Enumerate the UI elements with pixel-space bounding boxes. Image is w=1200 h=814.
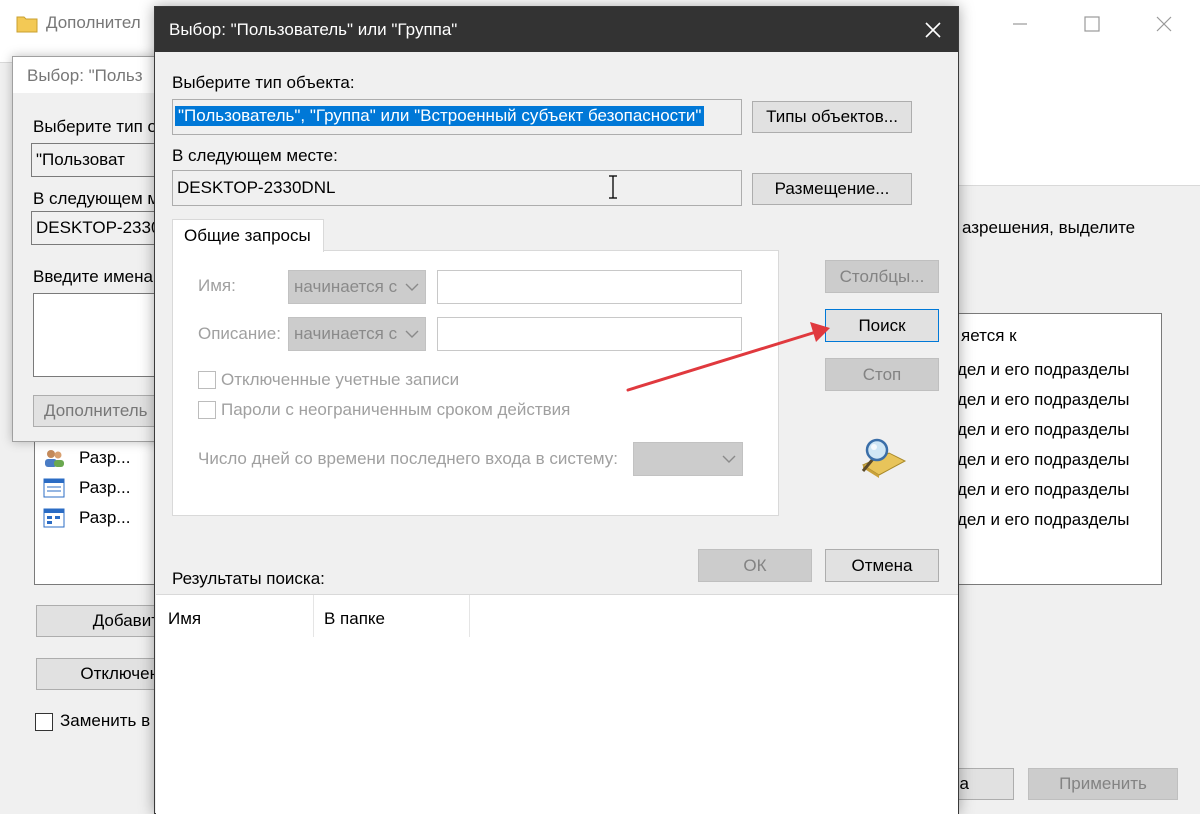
description-label: Описание: bbox=[198, 324, 281, 343]
bg-replace-checkbox[interactable] bbox=[35, 713, 53, 731]
results-column-folder-label: В папке bbox=[324, 609, 386, 628]
table-icon bbox=[43, 478, 65, 498]
bg-perm-item-label: Разр... bbox=[79, 448, 131, 467]
mid-location-label: В следующем м bbox=[33, 189, 160, 208]
bg-inherit-row: дел и его подразделы bbox=[957, 360, 1130, 379]
mid-dialog: Выбор: "Польз Выберите тип о "Пользоват … bbox=[12, 56, 183, 442]
bg-inherit-row: дел и его подразделы bbox=[957, 390, 1130, 409]
dialog-title: Выбор: "Пользователь" или "Группа" bbox=[169, 20, 458, 39]
folder-icon bbox=[16, 12, 38, 34]
bg-perm-item[interactable]: Разр... bbox=[41, 446, 161, 470]
name-condition-value: начинается с bbox=[294, 277, 398, 296]
description-condition-select: начинается с bbox=[288, 317, 426, 351]
minimize-icon[interactable] bbox=[1010, 14, 1030, 34]
dialog-titlebar: Выбор: "Пользователь" или "Группа" bbox=[155, 7, 958, 52]
search-button[interactable]: Поиск bbox=[825, 309, 939, 342]
bg-apply-button: Применить bbox=[1028, 768, 1178, 800]
tab-common-queries[interactable]: Общие запросы bbox=[172, 219, 324, 252]
bg-header-panel bbox=[955, 62, 1200, 186]
mid-dialog-titlebar: Выбор: "Польз bbox=[13, 57, 173, 93]
chevron-down-icon bbox=[405, 283, 419, 291]
search-results-label: Результаты поиска: bbox=[172, 569, 325, 588]
location-field: DESKTOP-2330DNL bbox=[172, 170, 742, 206]
name-query-input bbox=[437, 270, 742, 304]
bg-permissions-text: азрешения, выделите bbox=[962, 218, 1136, 237]
stop-button: Стоп bbox=[825, 358, 939, 391]
disabled-accounts-checkbox bbox=[198, 371, 216, 389]
chevron-down-icon bbox=[405, 330, 419, 338]
select-user-dialog: Выбор: "Пользователь" или "Группа" Выбер… bbox=[154, 6, 959, 814]
bg-replace-checkbox-label: Заменить в bbox=[60, 711, 151, 730]
columns-button: Столбцы... bbox=[825, 260, 939, 293]
tab-common-queries-label: Общие запросы bbox=[184, 226, 311, 245]
ok-button: ОК bbox=[698, 549, 812, 582]
bg-column-header: яется к bbox=[961, 326, 1017, 345]
results-column-name-label: Имя bbox=[168, 609, 202, 628]
mid-enter-names-label: Введите имена bbox=[33, 267, 153, 286]
object-type-field: "Пользователь", "Группа" или "Встроенный… bbox=[172, 99, 742, 135]
name-label: Имя: bbox=[198, 276, 236, 295]
bg-inherit-row: дел и его подразделы bbox=[957, 510, 1130, 529]
bg-add-button[interactable]: Добавит bbox=[36, 605, 166, 637]
table-icon bbox=[43, 508, 65, 528]
mid-object-type-label: Выберите тип о bbox=[33, 117, 157, 136]
object-type-label: Выберите тип объекта: bbox=[172, 73, 355, 92]
mid-dialog-title: Выбор: "Польз bbox=[27, 66, 143, 85]
bg-perm-item-label: Разр... bbox=[79, 508, 131, 527]
maximize-icon[interactable] bbox=[1082, 14, 1102, 34]
results-column-header-name[interactable]: Имя bbox=[156, 595, 314, 637]
close-icon[interactable] bbox=[1154, 14, 1174, 34]
disabled-accounts-label: Отключенные учетные записи bbox=[221, 370, 460, 389]
dialog-close-icon[interactable] bbox=[922, 19, 944, 41]
annotation-arrow bbox=[626, 322, 830, 392]
bg-disable-inheritance-button[interactable]: Отключен bbox=[36, 658, 166, 690]
bg-window-title: Дополнител bbox=[46, 13, 141, 32]
bg-inherit-row: дел и его подразделы bbox=[957, 480, 1130, 499]
object-type-value: "Пользователь", "Группа" или "Встроенный… bbox=[175, 106, 705, 126]
chevron-down-icon bbox=[722, 455, 736, 463]
search-results-list[interactable]: Имя В папке bbox=[156, 594, 958, 814]
name-condition-select: начинается с bbox=[288, 270, 426, 304]
bg-perm-item[interactable]: Разр... bbox=[41, 476, 161, 500]
days-since-logon-label: Число дней со времени последнего входа в… bbox=[198, 449, 619, 468]
results-column-header-folder[interactable]: В папке bbox=[314, 595, 470, 637]
bg-inherit-row: дел и его подразделы bbox=[957, 420, 1130, 439]
non-expiring-passwords-label: Пароли с неограниченным сроком действия bbox=[221, 400, 571, 419]
users-icon bbox=[45, 450, 64, 467]
search-magnifier-icon bbox=[853, 435, 909, 479]
cancel-button[interactable]: Отмена bbox=[825, 549, 939, 582]
bg-perm-item-label: Разр... bbox=[79, 478, 131, 497]
text-cursor-icon bbox=[607, 173, 619, 201]
bg-perm-item[interactable]: Разр... bbox=[41, 506, 161, 530]
bg-inherit-row: дел и его подразделы bbox=[957, 450, 1130, 469]
locations-button[interactable]: Размещение... bbox=[752, 173, 912, 205]
days-since-logon-select bbox=[633, 442, 743, 476]
object-types-button[interactable]: Типы объектов... bbox=[752, 101, 912, 133]
location-label: В следующем месте: bbox=[172, 146, 338, 165]
non-expiring-passwords-checkbox bbox=[198, 401, 216, 419]
description-condition-value: начинается с bbox=[294, 324, 398, 343]
